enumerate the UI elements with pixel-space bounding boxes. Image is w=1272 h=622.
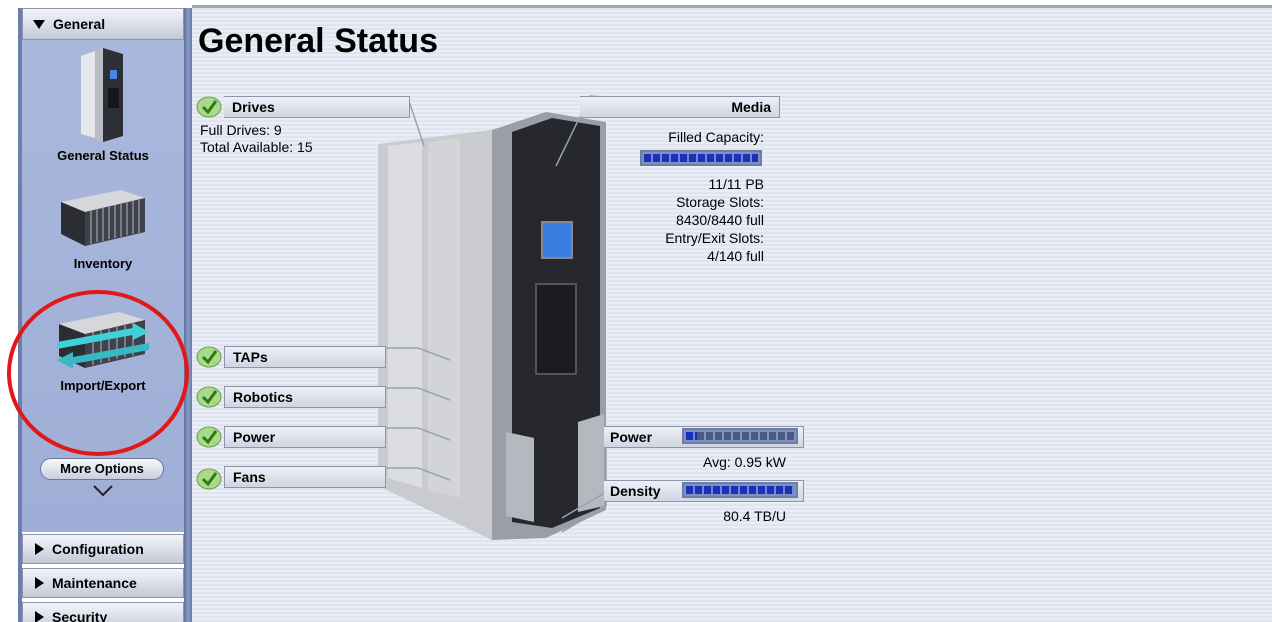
annotation-highlight-circle	[7, 290, 189, 456]
sidebar-item-inventory[interactable]: Inventory	[22, 184, 184, 271]
check-icon	[196, 346, 222, 368]
density-meter	[682, 482, 798, 498]
filled-capacity-label: Filled Capacity:	[668, 129, 764, 145]
sidebar-section-maintenance[interactable]: Maintenance	[22, 568, 184, 598]
power-meter	[682, 428, 798, 444]
tape-cartridges-icon	[61, 190, 145, 246]
library-vent-left	[506, 432, 534, 522]
library-access-door	[535, 283, 577, 375]
app-root: General General Status Inventory Import/…	[0, 0, 1272, 622]
filled-capacity-value: 11/11 PB	[708, 176, 764, 192]
library-cabinet-door-right	[428, 138, 460, 498]
full-drives-text: Full Drives: 9	[200, 122, 282, 138]
filled-capacity-meter-fill	[644, 154, 758, 162]
library-vent-right	[578, 414, 604, 512]
chevron-down-icon	[33, 19, 45, 29]
sidebar-section-configuration[interactable]: Configuration	[22, 534, 184, 564]
entry-exit-slots-label: Entry/Exit Slots:	[665, 230, 764, 246]
density-value-text: 80.4 TB/U	[723, 508, 786, 524]
general-section-header[interactable]: General	[22, 8, 184, 40]
library-cabinet-door-left	[388, 142, 422, 488]
library-operator-panel-icon	[541, 221, 573, 259]
density-meter-fill	[686, 486, 794, 494]
sidebar-item-general-status-label: General Status	[57, 148, 149, 163]
storage-slots-value: 8430/8440 full	[676, 212, 764, 228]
sidebar-item-inventory-label: Inventory	[73, 256, 133, 271]
chevron-right-icon	[35, 543, 44, 555]
chevron-down-icon[interactable]	[92, 484, 114, 498]
fans-label[interactable]: Fans	[224, 466, 386, 488]
sidebar-section-label: Maintenance	[52, 575, 137, 591]
sidebar: General General Status Inventory Import/…	[0, 0, 192, 622]
filled-capacity-meter	[640, 150, 762, 166]
check-icon	[196, 96, 222, 118]
density-meter-label: Density	[610, 483, 661, 499]
total-available-text: Total Available: 15	[200, 139, 313, 155]
power-meter-empty	[696, 432, 794, 440]
power-meter-fill	[686, 432, 697, 440]
main-content: General Status Drives Full Drives: 9 Tot…	[192, 8, 1272, 622]
check-icon	[196, 468, 222, 490]
power-avg-text: Avg: 0.95 kW	[702, 454, 786, 470]
taps-label[interactable]: TAPs	[224, 346, 386, 368]
sidebar-section-label: Configuration	[52, 541, 144, 557]
sidebar-item-general-status[interactable]: General Status	[22, 46, 184, 163]
entry-exit-slots-value: 4/140 full	[707, 248, 764, 264]
general-section-label: General	[53, 16, 106, 32]
more-options-button[interactable]: More Options	[40, 458, 164, 480]
library-cabinet-icon	[81, 48, 123, 142]
drives-label[interactable]: Drives	[224, 96, 410, 118]
chevron-right-icon	[35, 577, 44, 589]
robotics-label[interactable]: Robotics	[224, 386, 386, 408]
sidebar-section-security[interactable]: Security	[22, 602, 184, 622]
check-icon	[196, 386, 222, 408]
check-icon	[196, 426, 222, 448]
sidebar-border-right	[184, 8, 192, 622]
chevron-right-icon	[35, 611, 44, 622]
power-meter-label: Power	[610, 429, 653, 445]
power-component-label[interactable]: Power	[224, 426, 386, 448]
sidebar-section-label: Security	[52, 609, 108, 622]
media-label[interactable]: Media	[580, 96, 780, 118]
storage-slots-label: Storage Slots:	[676, 194, 764, 210]
